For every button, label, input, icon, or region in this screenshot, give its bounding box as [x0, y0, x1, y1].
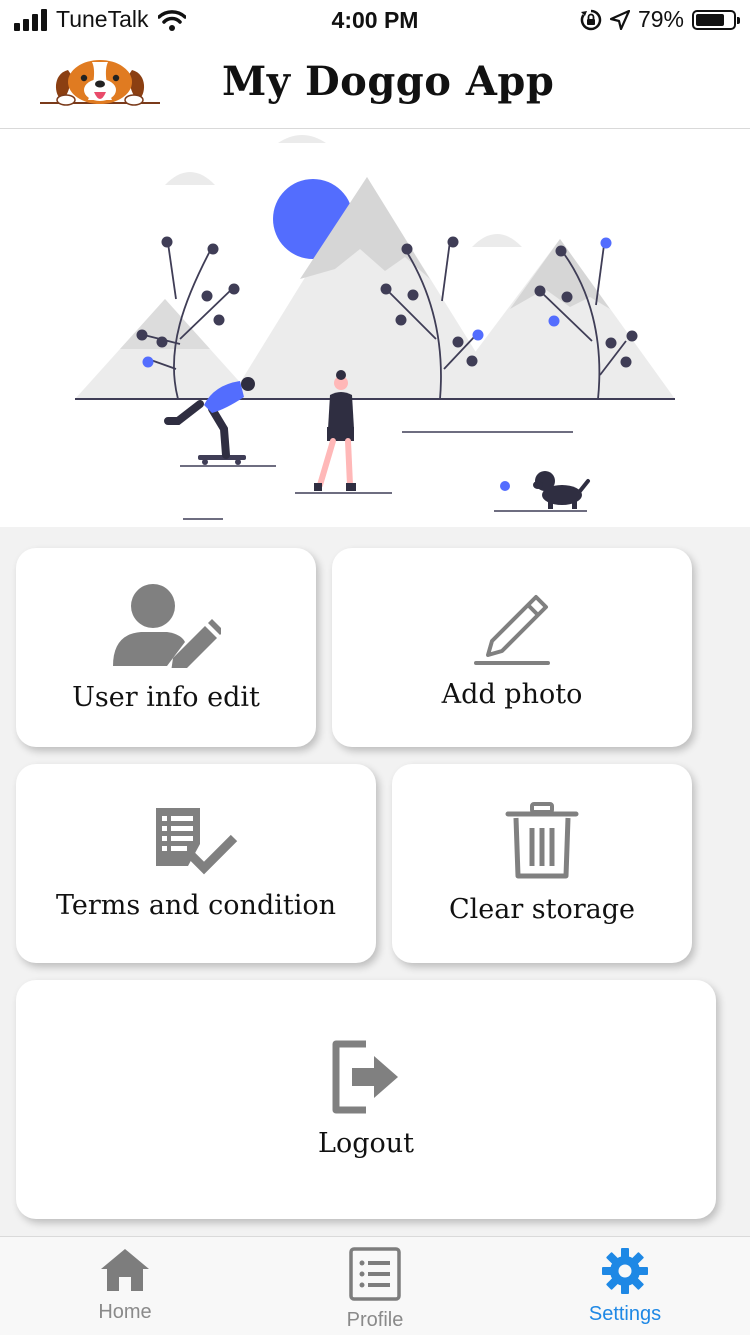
- battery-icon: [692, 9, 740, 30]
- gear-icon: [602, 1248, 648, 1294]
- app-header: My Doggo App: [0, 42, 750, 129]
- tab-label: Settings: [588, 1303, 662, 1325]
- tile-label: Logout: [318, 1128, 414, 1159]
- tile-label: User info edit: [72, 682, 260, 713]
- terms-and-condition-button[interactable]: Terms and condition: [16, 764, 376, 963]
- battery-percent: 79%: [637, 6, 684, 32]
- user-edit-icon: [113, 584, 221, 668]
- tab-profile[interactable]: Profile: [250, 1247, 500, 1332]
- landscape-illustration: [75, 135, 675, 520]
- logout-button[interactable]: Logout: [16, 980, 716, 1219]
- tab-label: Profile: [346, 1309, 404, 1331]
- location-arrow-icon: [609, 9, 630, 30]
- trash-icon: [505, 802, 579, 879]
- home-icon: [101, 1249, 149, 1291]
- tile-label: Clear storage: [448, 894, 636, 925]
- add-photo-button[interactable]: Add photo: [332, 548, 692, 747]
- user-info-edit-button[interactable]: User info edit: [16, 548, 316, 747]
- battery-level: [696, 13, 725, 26]
- tile-label: Add photo: [441, 679, 583, 710]
- checklist-icon: [156, 808, 238, 875]
- tile-label: Terms and condition: [55, 890, 336, 921]
- status-right: 79%: [580, 6, 740, 33]
- pencil-icon: [474, 595, 550, 665]
- beagle-dog-logo-icon: [40, 60, 160, 106]
- bottom-tab-bar: Home Profile Settings: [0, 1236, 750, 1335]
- tab-label: Home: [98, 1301, 152, 1323]
- app-title: My Doggo App: [222, 58, 555, 105]
- tab-home[interactable]: Home: [0, 1247, 250, 1324]
- orientation-lock-icon: [580, 9, 602, 30]
- clear-storage-button[interactable]: Clear storage: [392, 764, 692, 963]
- hero-banner: [0, 129, 750, 527]
- list-icon: [349, 1247, 401, 1301]
- status-bar: TuneTalk 4:00 PM 79%: [0, 0, 750, 42]
- tab-settings[interactable]: Settings: [500, 1247, 750, 1326]
- logout-icon: [332, 1040, 398, 1114]
